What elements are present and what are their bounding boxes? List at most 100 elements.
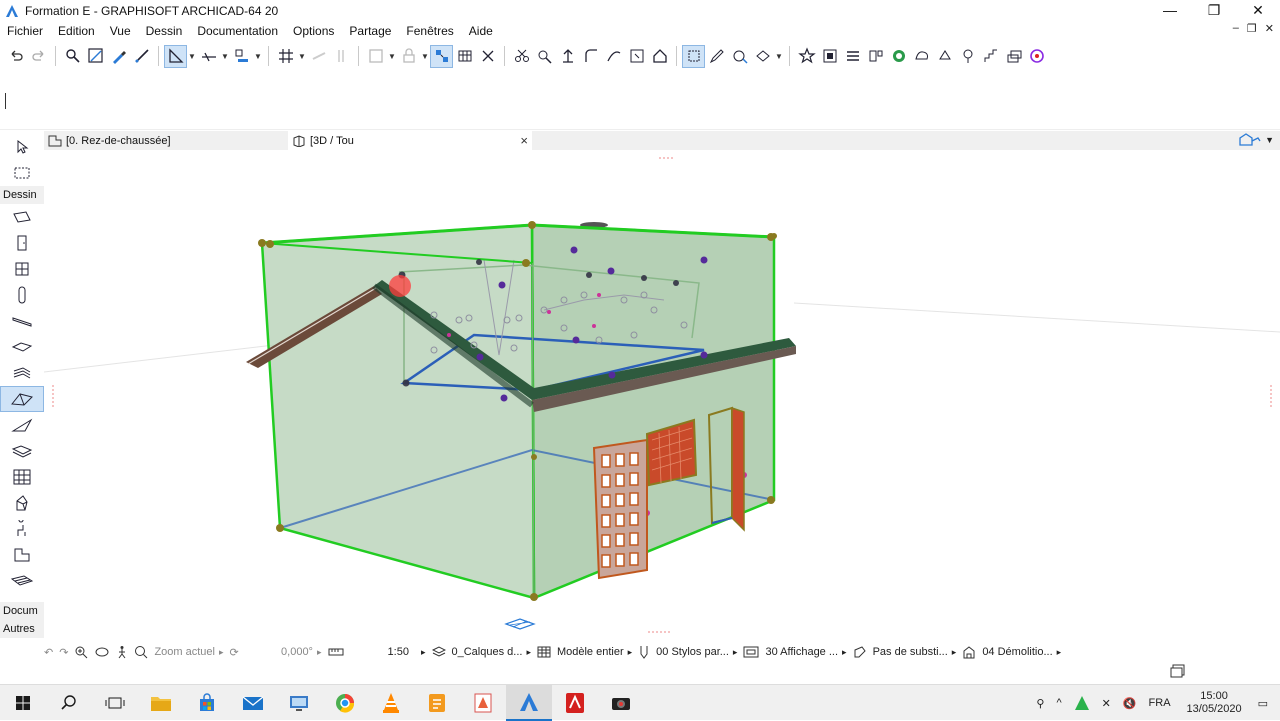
chevron-up-icon[interactable]: ^ <box>1056 697 1061 709</box>
renovation-filter-control[interactable]: 04 Démolitio... ▸ <box>962 642 1061 662</box>
pdf-editor-icon[interactable] <box>460 685 506 721</box>
store-icon[interactable] <box>184 685 230 721</box>
tree-icon[interactable] <box>956 45 979 68</box>
pen-set-control[interactable]: 00 Stylos par... ▸ <box>638 642 737 662</box>
intersect-icon[interactable] <box>533 45 556 68</box>
section-documentation[interactable]: Docum <box>0 602 44 620</box>
attributes-icon[interactable] <box>864 45 887 68</box>
redo-view-icon[interactable]: ↷ <box>59 642 68 662</box>
rotation-control[interactable]: ⟳ 0,000° ▸ <box>230 642 322 662</box>
language-indicator[interactable]: FRA <box>1149 697 1171 709</box>
zoom-control[interactable]: Zoom actuel ▸ <box>134 642 224 662</box>
house-icon[interactable] <box>648 45 671 68</box>
orbit-icon[interactable] <box>94 642 110 662</box>
layers-icon[interactable] <box>841 45 864 68</box>
gravity-dropdown-icon[interactable]: ▼ <box>253 52 263 61</box>
menu-fenetres[interactable]: Fenêtres <box>406 24 453 38</box>
grid-snap-icon[interactable] <box>274 45 297 68</box>
cross-icon[interactable] <box>476 45 499 68</box>
task-view-icon[interactable] <box>92 685 138 721</box>
redo-icon[interactable] <box>27 45 50 68</box>
window-tool-icon[interactable] <box>0 256 44 282</box>
magic-wand-icon[interactable] <box>84 45 107 68</box>
shell-tool-icon[interactable] <box>0 412 44 438</box>
guide-lines-icon[interactable] <box>164 44 187 68</box>
pencil-icon[interactable] <box>705 45 728 68</box>
menu-vue[interactable]: Vue <box>110 24 131 38</box>
orange-app-icon[interactable] <box>414 685 460 721</box>
people-icon[interactable]: ⚲ <box>1036 697 1044 710</box>
tab-floor-plan[interactable]: [0. Rez-de-chaussée] <box>44 131 288 150</box>
lock-icon[interactable] <box>397 45 420 68</box>
resize-grip-icon[interactable] <box>1170 664 1186 681</box>
3d-style-icon[interactable] <box>751 45 774 68</box>
clock[interactable]: 15:00 13/05/2020 <box>1187 690 1242 716</box>
table-icon[interactable] <box>453 45 476 68</box>
fillet-icon[interactable] <box>579 45 602 68</box>
vlc-icon[interactable] <box>368 685 414 721</box>
globe-icon[interactable] <box>887 45 910 68</box>
doc-minimize-button[interactable]: – <box>1233 22 1239 35</box>
search-icon[interactable] <box>46 685 92 721</box>
menu-dessin[interactable]: Dessin <box>146 24 183 38</box>
start-button[interactable] <box>0 685 46 721</box>
3d-model-render[interactable] <box>44 150 1280 640</box>
guide-lines-dropdown-icon[interactable]: ▼ <box>187 52 197 61</box>
mesh-tool-icon[interactable] <box>0 438 44 464</box>
explode-icon[interactable] <box>625 45 648 68</box>
eyedropper-icon[interactable] <box>107 45 130 68</box>
trace-icon[interactable] <box>307 45 330 68</box>
arrow-tool-icon[interactable] <box>0 134 44 160</box>
railing-tool-icon[interactable] <box>0 568 44 594</box>
morph-icon[interactable] <box>910 45 933 68</box>
undo-icon[interactable] <box>4 45 27 68</box>
find-select-icon[interactable] <box>61 45 84 68</box>
close-button[interactable]: ✕ <box>1236 0 1280 22</box>
curve-icon[interactable] <box>602 45 625 68</box>
menu-options[interactable]: Options <box>293 24 334 38</box>
trace-ref-icon[interactable] <box>330 45 353 68</box>
object-tool-icon[interactable] <box>0 516 44 542</box>
3d-viewport[interactable] <box>44 150 1280 640</box>
marquee-icon[interactable] <box>682 44 705 68</box>
network-icon[interactable]: ✕ <box>1102 697 1111 710</box>
restore-button[interactable]: ❐ <box>1192 0 1236 22</box>
slab-tool-icon[interactable] <box>0 334 44 360</box>
bim-cloud-icon[interactable] <box>1025 45 1048 68</box>
3d-navigation-control[interactable]: ▼ <box>1238 133 1274 147</box>
remote-desktop-icon[interactable] <box>276 685 322 721</box>
3d-object-icon[interactable] <box>728 45 751 68</box>
doc-close-button[interactable]: ✕ <box>1265 22 1274 35</box>
zoom-in-icon[interactable] <box>74 642 88 662</box>
beam-tool-icon[interactable] <box>0 308 44 334</box>
section-dessin[interactable]: Dessin <box>0 186 44 204</box>
curtain-wall-tool-icon[interactable] <box>0 464 44 490</box>
scissors-icon[interactable] <box>510 45 533 68</box>
roof-tool-icon[interactable] <box>0 386 44 412</box>
walk-icon[interactable] <box>116 642 128 662</box>
volume-icon[interactable]: 🔇 <box>1123 697 1137 710</box>
grid-dropdown-icon[interactable]: ▼ <box>297 52 307 61</box>
doc-restore-button[interactable]: ❐ <box>1247 22 1257 35</box>
display-control[interactable]: 30 Affichage ... ▸ <box>743 642 847 662</box>
snap-guides-dropdown-icon[interactable]: ▼ <box>220 52 230 61</box>
view-map-icon[interactable] <box>818 45 841 68</box>
syringe-icon[interactable] <box>130 45 153 68</box>
browser-icon[interactable] <box>322 685 368 721</box>
stair-tool-icon[interactable] <box>0 360 44 386</box>
mail-icon[interactable] <box>230 685 276 721</box>
archicad-taskbar-icon[interactable] <box>506 684 552 721</box>
archicad-tray-icon[interactable] <box>1074 695 1090 711</box>
tab-3d-view[interactable]: [3D / Tou × <box>288 131 532 150</box>
morph-tool-icon[interactable] <box>0 490 44 516</box>
file-explorer-icon[interactable] <box>138 685 184 721</box>
snap-guides-icon[interactable] <box>197 45 220 68</box>
camera-icon[interactable] <box>598 685 644 721</box>
graphic-override-control[interactable]: Pas de substi... ▸ <box>853 642 956 662</box>
menu-fichier[interactable]: Fichier <box>7 24 43 38</box>
column-tool-icon[interactable] <box>0 282 44 308</box>
menu-partage[interactable]: Partage <box>349 24 391 38</box>
layout-icon[interactable] <box>364 45 387 68</box>
menu-documentation[interactable]: Documentation <box>197 24 278 38</box>
notifications-icon[interactable]: ▭ <box>1258 697 1268 710</box>
